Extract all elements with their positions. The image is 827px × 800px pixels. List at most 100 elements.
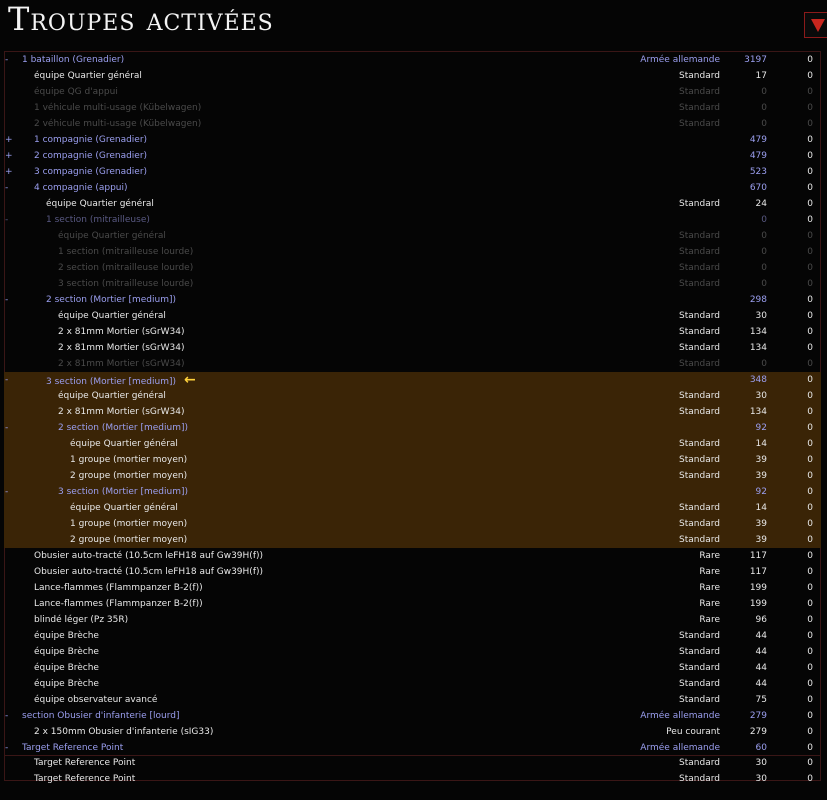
- collapse-toggle[interactable]: -: [5, 484, 13, 500]
- collapse-toggle[interactable]: -: [5, 180, 13, 196]
- unit-cost: 479: [749, 135, 767, 145]
- unit-cost: 44: [755, 679, 767, 689]
- unit-type: Standard: [679, 343, 720, 353]
- collapse-toggle[interactable]: -: [5, 740, 13, 756]
- tree-item-row[interactable]: 1 véhicule multi-usage (Kübelwagen) Stand…: [4, 100, 821, 116]
- unit-extra: 0: [807, 119, 813, 129]
- tree-item-row[interactable]: 2 véhicule multi-usage (Kübelwagen) Stand…: [4, 116, 821, 132]
- tree-item-row[interactable]: équipe Quartier général Standard 30 0: [4, 388, 821, 404]
- tree-item-row[interactable]: équipe QG d'appui Standard 0 0: [4, 84, 821, 100]
- tree-group-row[interactable]: - Target Reference Point Armée allemande 60…: [4, 740, 821, 756]
- unit-cost: 30: [755, 758, 767, 768]
- unit-type: Standard: [679, 263, 720, 273]
- tree-item-row[interactable]: 2 groupe (mortier moyen) Standard 39 0: [4, 468, 821, 484]
- collapse-toggle[interactable]: -: [5, 708, 13, 724]
- tree-item-row[interactable]: équipe Brèche Standard 44 0: [4, 676, 821, 692]
- collapse-toggle[interactable]: -: [5, 372, 13, 388]
- collapse-button[interactable]: [804, 12, 827, 38]
- tree-group-row[interactable]: - 3 section (Mortier [medium]) 92 0: [4, 484, 821, 500]
- unit-type: Armée allemande: [640, 711, 720, 721]
- unit-cost: 523: [749, 167, 767, 177]
- unit-cost: 92: [755, 487, 767, 497]
- tree-item-row[interactable]: 2 groupe (mortier moyen) Standard 39 0: [4, 532, 821, 548]
- expand-toggle[interactable]: +: [5, 132, 13, 148]
- unit-extra: 0: [807, 199, 813, 209]
- unit-extra: 0: [807, 247, 813, 257]
- unit-cost: 96: [755, 615, 767, 625]
- tree-item-row[interactable]: Lance-flammes (Flammpanzer B-2(f)) Rare 19…: [4, 596, 821, 612]
- unit-extra: 0: [807, 327, 813, 337]
- unit-extra: 0: [807, 103, 813, 113]
- unit-extra: 0: [807, 87, 813, 97]
- unit-cost: 479: [749, 151, 767, 161]
- tree-item-row[interactable]: 2 x 81mm Mortier (sGrW34) Standard 134 0: [4, 324, 821, 340]
- collapse-toggle[interactable]: -: [5, 292, 13, 308]
- unit-type: Standard: [679, 199, 720, 209]
- tree-item-row[interactable]: équipe observateur avancé Standard 75 0: [4, 692, 821, 708]
- tree-item-row[interactable]: équipe Quartier général Standard 30 0: [4, 308, 821, 324]
- tree-group-row[interactable]: -1 bataillon (Grenadier) Armée allemande 3…: [4, 52, 821, 68]
- unit-extra: 0: [807, 407, 813, 417]
- unit-cost: 44: [755, 631, 767, 641]
- unit-name: 3 section (mitrailleuse lourde): [58, 279, 194, 289]
- tree-item-row[interactable]: équipe Brèche Standard 44 0: [4, 628, 821, 644]
- tree-item-row[interactable]: Target Reference Point Standard 30 0: [4, 771, 821, 787]
- unit-name: Target Reference Point: [22, 743, 124, 753]
- expand-toggle[interactable]: +: [5, 164, 13, 180]
- unit-cost: 30: [755, 774, 767, 784]
- unit-extra: 0: [807, 183, 813, 193]
- tree-group-row[interactable]: - 1 section (mitrailleuse) 0 0: [4, 212, 821, 228]
- collapse-toggle[interactable]: -: [5, 212, 13, 228]
- tree-item-row[interactable]: équipe Quartier général Standard 14 0: [4, 436, 821, 452]
- tree-item-row[interactable]: 3 section (mitrailleuse lourde) Standard 0…: [4, 276, 821, 292]
- unit-extra: 0: [807, 423, 813, 433]
- unit-extra: 0: [807, 679, 813, 689]
- tree-item-row[interactable]: 2 x 81mm Mortier (sGrW34) Standard 134 0: [4, 340, 821, 356]
- tree-item-row[interactable]: équipe Quartier général Standard 24 0: [4, 196, 821, 212]
- unit-extra: 0: [807, 743, 813, 753]
- tree-item-row[interactable]: 2 x 81mm Mortier (sGrW34) Standard 0 0: [4, 356, 821, 372]
- tree-item-row[interactable]: Target Reference Point Standard 30 0: [4, 755, 821, 771]
- tree-group-row[interactable]: - 4 compagnie (appui) 670 0: [4, 180, 821, 196]
- tree-item-row[interactable]: équipe Brèche Standard 44 0: [4, 660, 821, 676]
- unit-extra: 0: [807, 583, 813, 593]
- tree-item-row[interactable]: 1 groupe (mortier moyen) Standard 39 0: [4, 516, 821, 532]
- tree-item-row[interactable]: équipe Quartier général Standard 17 0: [4, 68, 821, 84]
- tree-item-row[interactable]: 2 x 81mm Mortier (sGrW34) Standard 134 0: [4, 404, 821, 420]
- tree-item-row[interactable]: 2 section (mitrailleuse lourde) Standard 0…: [4, 260, 821, 276]
- unit-name: 1 section (mitrailleuse): [46, 215, 150, 225]
- tree-group-row[interactable]: - 2 section (Mortier [medium]) 92 0: [4, 420, 821, 436]
- unit-extra: 0: [807, 55, 813, 65]
- unit-type: Standard: [679, 663, 720, 673]
- unit-cost: 44: [755, 663, 767, 673]
- unit-name: équipe Brèche: [34, 647, 99, 657]
- tree-item-row[interactable]: équipe Brèche Standard 44 0: [4, 644, 821, 660]
- tree-item-row[interactable]: Obusier auto-tracté (10.5cm leFH18 auf G…: [4, 564, 821, 580]
- tree-group-row[interactable]: +1 compagnie (Grenadier) 479 0: [4, 132, 821, 148]
- unit-extra: 0: [807, 487, 813, 497]
- unit-name: équipe Quartier général: [70, 439, 178, 449]
- tree-group-row[interactable]: - 2 section (Mortier [medium]) 298 0: [4, 292, 821, 308]
- tree-group-row[interactable]: - section Obusier d'infanterie [lourd] Arm…: [4, 708, 821, 724]
- tree-item-row[interactable]: 1 section (mitrailleuse lourde) Standard 0…: [4, 244, 821, 260]
- tree-item-row[interactable]: équipe Quartier général Standard 0 0: [4, 228, 821, 244]
- collapse-toggle[interactable]: -: [5, 420, 13, 436]
- collapse-toggle[interactable]: -: [5, 52, 13, 68]
- unit-name: 2 x 81mm Mortier (sGrW34): [58, 407, 185, 417]
- unit-name: équipe Quartier général: [58, 231, 166, 241]
- unit-cost: 75: [755, 695, 767, 705]
- unit-name: 2 compagnie (Grenadier): [34, 151, 148, 161]
- tree-group-row[interactable]: +3 compagnie (Grenadier) 523 0: [4, 164, 821, 180]
- tree-item-row[interactable]: 2 x 150mm Obusier d'infanterie (sIG33) Pe…: [4, 724, 821, 740]
- tree-item-row[interactable]: Obusier auto-tracté (10.5cm leFH18 auf G…: [4, 548, 821, 564]
- tree-item-row[interactable]: blindé léger (Pz 35R) Rare 96 0: [4, 612, 821, 628]
- tree-item-row[interactable]: 1 groupe (mortier moyen) Standard 39 0: [4, 452, 821, 468]
- tree-group-row[interactable]: -3 section (Mortier [medium]) ← 348 0: [4, 372, 821, 388]
- tree-group-row[interactable]: +2 compagnie (Grenadier) 479 0: [4, 148, 821, 164]
- tree-item-row[interactable]: équipe Quartier général Standard 14 0: [4, 500, 821, 516]
- arrow-left-icon: ←: [184, 372, 196, 388]
- unit-name: équipe Brèche: [34, 631, 99, 641]
- expand-toggle[interactable]: +: [5, 148, 13, 164]
- tree-item-row[interactable]: Lance-flammes (Flammpanzer B-2(f)) Rare 19…: [4, 580, 821, 596]
- unit-extra: 0: [807, 599, 813, 609]
